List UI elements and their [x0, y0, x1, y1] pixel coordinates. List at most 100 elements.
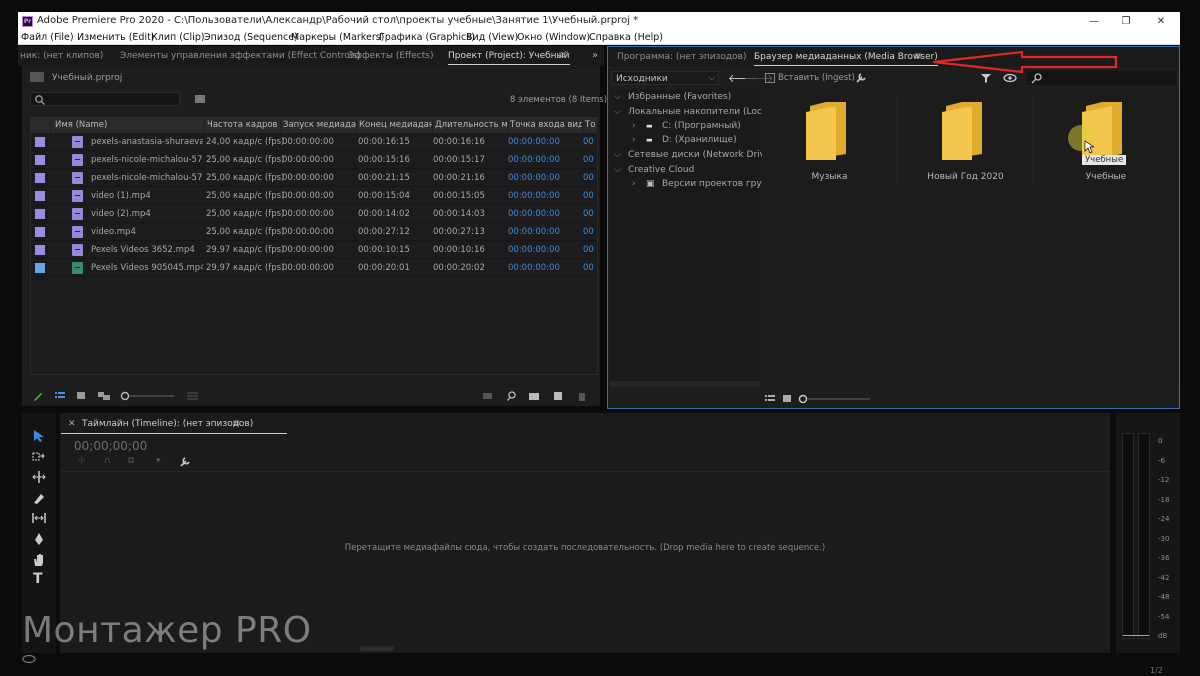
pen-tool-icon[interactable]: [32, 532, 46, 546]
close-icon[interactable]: ✕: [1153, 14, 1169, 29]
label-color-swatch[interactable]: [35, 227, 45, 237]
clip-name[interactable]: video.mp4: [91, 227, 203, 237]
snap-icon[interactable]: ∩: [104, 456, 111, 466]
chevron-right-icon[interactable]: ›: [632, 135, 636, 145]
ripple-edit-tool-icon[interactable]: [32, 470, 46, 484]
tab-program[interactable]: Программа: (нет эпизодов): [617, 52, 746, 62]
media-browser-menu-icon[interactable]: ≡: [914, 51, 922, 62]
menu-window[interactable]: Окно (Window): [517, 32, 590, 43]
clip-video-in[interactable]: 00:00:00:00: [508, 209, 560, 219]
clip-name[interactable]: video (2).mp4: [91, 209, 203, 219]
chevron-down-icon[interactable]: ⌵: [614, 150, 621, 160]
table-row[interactable]: video.mp4 25,00 кадр/с (fps) 00:00:00:00…: [31, 223, 597, 241]
clip-name[interactable]: pexels-nicole-michalou-573: [91, 173, 203, 183]
thumbnail-view-icon[interactable]: [782, 393, 794, 405]
label-color-swatch[interactable]: [35, 263, 45, 273]
label-color-swatch[interactable]: [35, 191, 45, 201]
wrench-icon[interactable]: [855, 72, 867, 84]
linked-selection-icon[interactable]: ⧉: [128, 456, 134, 466]
timeline-menu-icon[interactable]: ≡: [232, 418, 240, 429]
col-media-end[interactable]: Конец медиаданн: [357, 118, 433, 133]
clip-video-out[interactable]: 00: [583, 209, 597, 219]
clip-video-out[interactable]: 00: [583, 245, 597, 255]
menu-view[interactable]: Вид (View): [466, 32, 518, 43]
tree-network[interactable]: Сетевые диски (Network Drives): [628, 150, 779, 160]
clip-name[interactable]: Pexels Videos 3652.mp4: [91, 245, 203, 255]
chevron-down-icon[interactable]: ⌵: [614, 107, 621, 117]
folder-tile-music[interactable]: Музыка: [762, 92, 898, 184]
icon-view-icon[interactable]: [76, 390, 88, 402]
tree-scrollbar[interactable]: [610, 381, 760, 387]
clip-video-in[interactable]: 00:00:00:00: [508, 245, 560, 255]
clip-name[interactable]: video (1).mp4: [91, 191, 203, 201]
razor-tool-icon[interactable]: [32, 491, 46, 505]
find-icon[interactable]: [506, 390, 518, 402]
clip-video-out[interactable]: 00: [583, 155, 597, 165]
slip-tool-icon[interactable]: [32, 511, 46, 525]
tab-effect-controls[interactable]: Элементы управления эффектами (Effect Co…: [120, 51, 361, 61]
table-row[interactable]: video (2).mp4 25,00 кадр/с (fps) 00:00:0…: [31, 205, 597, 223]
menu-markers[interactable]: Маркеры (Markers): [291, 32, 384, 43]
col-media-start[interactable]: Запуск медиадан: [281, 118, 357, 133]
menu-edit[interactable]: Изменить (Edit): [77, 32, 155, 43]
clip-video-in[interactable]: 00:00:00:00: [508, 155, 560, 165]
overflow-tabs-icon[interactable]: »: [592, 50, 598, 61]
clip-video-in[interactable]: 00:00:00:00: [508, 137, 560, 147]
project-search-input[interactable]: [30, 92, 180, 106]
clip-video-in[interactable]: 00:00:00:00: [508, 173, 560, 183]
col-name[interactable]: Имя (Name): [51, 118, 205, 133]
list-view-icon[interactable]: [764, 393, 776, 405]
clip-video-out[interactable]: 00: [583, 137, 597, 147]
maximize-icon[interactable]: ❐: [1118, 14, 1134, 29]
table-row[interactable]: Pexels Videos 905045.mp4 29,97 кадр/с (f…: [31, 259, 597, 277]
clip-video-out[interactable]: 00: [583, 173, 597, 183]
clip-video-in[interactable]: 00:00:00:00: [508, 227, 560, 237]
chevron-down-icon[interactable]: ⌵: [614, 165, 621, 175]
new-bin-icon[interactable]: [528, 390, 540, 402]
tree-creative-cloud[interactable]: Creative Cloud: [628, 165, 694, 175]
tree-drive-d[interactable]: D: (Хранилище): [662, 135, 737, 145]
clip-name[interactable]: pexels-anastasia-shuraeva-: [91, 137, 203, 147]
menu-graphics[interactable]: Графика (Graphics): [379, 32, 475, 43]
clip-video-in[interactable]: 00:00:00:00: [508, 191, 560, 201]
freeform-view-icon[interactable]: [98, 390, 112, 402]
tab-media-browser[interactable]: Браузер медиаданных (Media Browser): [754, 52, 938, 66]
table-row[interactable]: pexels-anastasia-shuraeva- 24,00 кадр/с …: [31, 133, 597, 151]
list-view-icon[interactable]: [54, 390, 66, 402]
folder-tile-new-year[interactable]: Новый Год 2020: [898, 92, 1034, 184]
menu-sequence[interactable]: Эпизод (Sequence): [204, 32, 298, 43]
clip-name[interactable]: Pexels Videos 905045.mp4: [91, 263, 203, 273]
table-row[interactable]: pexels-nicole-michalou-573 25,00 кадр/с …: [31, 151, 597, 169]
col-video-out[interactable]: То: [583, 118, 598, 133]
close-icon[interactable]: ✕: [68, 419, 76, 429]
label-color-swatch[interactable]: [35, 245, 45, 255]
tab-source[interactable]: ник: (нет клипов): [20, 51, 103, 61]
hand-tool-icon[interactable]: [32, 553, 46, 567]
selection-tool-icon[interactable]: [32, 429, 46, 443]
project-menu-icon[interactable]: ≡: [558, 50, 566, 61]
nest-icon[interactable]: ⊹: [78, 456, 86, 466]
label-color-swatch[interactable]: [35, 173, 45, 183]
col-duration[interactable]: Длительность ме: [433, 118, 508, 133]
label-color-swatch[interactable]: [35, 155, 45, 165]
wrench-icon[interactable]: [179, 456, 191, 468]
pencil-icon[interactable]: [32, 390, 44, 402]
source-select[interactable]: Исходники ⌵: [611, 71, 719, 85]
tree-local-drives[interactable]: Локальные накопители (Local Driv: [628, 107, 762, 117]
label-color-swatch[interactable]: [35, 209, 45, 219]
table-row[interactable]: pexels-nicole-michalou-573 25,00 кадр/с …: [31, 169, 597, 187]
col-video-in[interactable]: Точка входа виде: [508, 118, 583, 133]
folder-tile-learning[interactable]: Учебные Учебные: [1036, 92, 1176, 184]
thumbnail-size-slider[interactable]: [798, 393, 878, 405]
ingest-checkbox[interactable]: [765, 73, 775, 83]
chevron-down-icon[interactable]: ⌵: [614, 92, 621, 102]
timeline-scrollbar[interactable]: [360, 646, 394, 651]
timeline-timecode[interactable]: 00;00;00;00: [74, 439, 147, 453]
tab-project[interactable]: Проект (Project): Учебный: [448, 51, 570, 65]
table-row[interactable]: Pexels Videos 3652.mp4 29,97 кадр/с (fps…: [31, 241, 597, 259]
col-fps[interactable]: Частота кадров (F: [205, 118, 281, 133]
track-select-tool-icon[interactable]: [32, 450, 46, 464]
menu-clip[interactable]: Клип (Clip): [151, 32, 205, 43]
menu-file[interactable]: Файл (File): [21, 32, 74, 43]
zoom-slider[interactable]: [120, 390, 180, 402]
